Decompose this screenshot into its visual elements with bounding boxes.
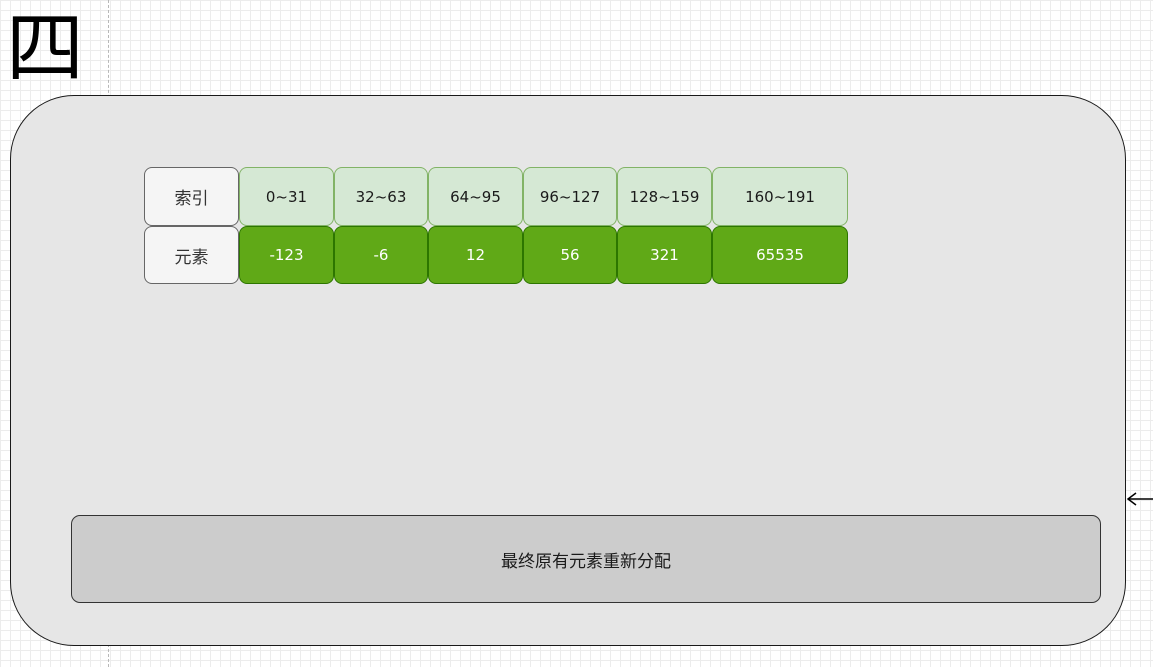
index-cell[interactable]: 160~191 xyxy=(712,167,848,226)
redistribution-note[interactable]: 最终原有元素重新分配 xyxy=(71,515,1101,603)
value-cell[interactable]: -6 xyxy=(334,226,428,284)
value-cell[interactable]: 321 xyxy=(617,226,712,284)
index-cell[interactable]: 128~159 xyxy=(617,167,712,226)
index-cell[interactable]: 0~31 xyxy=(239,167,334,226)
row-label-index[interactable]: 索引 xyxy=(144,167,239,226)
step-title: 四 xyxy=(6,4,85,94)
value-cell[interactable]: 12 xyxy=(428,226,523,284)
index-cell[interactable]: 64~95 xyxy=(428,167,523,226)
value-cell[interactable]: 65535 xyxy=(712,226,848,284)
value-cell[interactable]: 56 xyxy=(523,226,617,284)
row-label-element[interactable]: 元素 xyxy=(144,226,239,284)
value-cell[interactable]: -123 xyxy=(239,226,334,284)
arrow-left-icon xyxy=(1126,492,1153,506)
redistribution-note-text: 最终原有元素重新分配 xyxy=(501,551,671,572)
index-cell[interactable]: 96~127 xyxy=(523,167,617,226)
index-cell[interactable]: 32~63 xyxy=(334,167,428,226)
